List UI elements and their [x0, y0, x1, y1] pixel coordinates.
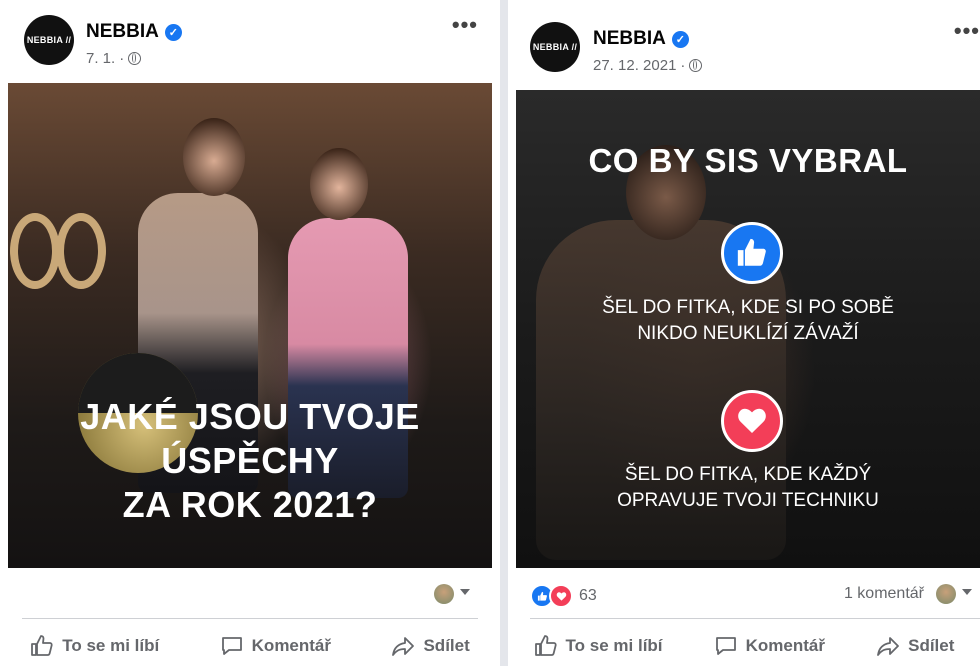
- share-button[interactable]: Sdílet: [876, 634, 954, 658]
- image-title: CO BY SIS VYBRAL: [588, 142, 908, 179]
- page-name[interactable]: NEBBIA: [86, 21, 159, 43]
- reaction-summary[interactable]: 63: [530, 584, 597, 608]
- gym-ring-decor: [10, 213, 60, 289]
- option-like-line-1: ŠEL DO FITKA, KDE SI PO SOBĚ: [602, 297, 894, 318]
- caption-line-3: ZA ROK 2021?: [122, 484, 378, 525]
- globe-icon: [128, 52, 142, 65]
- like-button[interactable]: To se mi líbí: [30, 634, 159, 658]
- more-options-icon[interactable]: •••: [954, 18, 980, 44]
- viewer-avatar[interactable]: [434, 584, 454, 604]
- divider: [530, 618, 980, 619]
- post-header: NEBBIA // NEBBIA ✓ 7. 1. · •••: [0, 0, 500, 82]
- woman-right-head: [310, 148, 368, 220]
- post-date[interactable]: 27. 12. 2021: [593, 57, 676, 74]
- share-arrow-icon: [877, 637, 900, 656]
- page-name-row: NEBBIA ✓: [593, 28, 689, 50]
- post-date[interactable]: 7. 1.: [86, 50, 115, 67]
- option-like-text: ŠEL DO FITKA, KDE SI PO SOBĚ NIKDO NEUKL…: [516, 295, 980, 347]
- globe-icon: [689, 59, 703, 72]
- post-card: NEBBIA // NEBBIA ✓ 7. 1. · ••• JAKÉ JSOU…: [0, 0, 500, 666]
- like-button[interactable]: To se mi líbí: [534, 634, 663, 658]
- caption-line-1: JAKÉ JSOU TVOJE: [80, 396, 420, 437]
- comment-button[interactable]: Komentář: [220, 634, 331, 658]
- meta-separator: ·: [680, 57, 686, 74]
- action-bar: To se mi líbí Komentář Sdílet: [508, 626, 980, 666]
- option-love-line-2: OPRAVUJE TVOJI TECHNIKU: [617, 490, 879, 511]
- comment-count[interactable]: 1 komentář: [844, 585, 924, 603]
- chevron-down-icon[interactable]: [962, 589, 972, 595]
- post-meta: 27. 12. 2021 ·: [593, 57, 703, 74]
- meta-separator: ·: [119, 50, 125, 67]
- chevron-down-icon[interactable]: [460, 589, 470, 595]
- like-label: To se mi líbí: [62, 636, 160, 655]
- comment-label: Komentář: [745, 636, 825, 655]
- page-name[interactable]: NEBBIA: [593, 28, 666, 50]
- page-name-row: NEBBIA ✓: [86, 21, 182, 43]
- more-options-icon[interactable]: •••: [452, 12, 478, 38]
- share-label: Sdílet: [423, 636, 470, 655]
- reactions-bar: [0, 576, 500, 612]
- post-image[interactable]: JAKÉ JSOU TVOJE ÚSPĚCHY ZA ROK 2021?: [8, 83, 492, 568]
- viewer-avatar[interactable]: [936, 584, 956, 604]
- reaction-count: 63: [579, 587, 597, 604]
- comment-button[interactable]: Komentář: [714, 634, 825, 658]
- action-bar: To se mi líbí Komentář Sdílet: [0, 626, 500, 666]
- image-caption: JAKÉ JSOU TVOJE ÚSPĚCHY ZA ROK 2021?: [8, 395, 492, 527]
- thumbs-up-icon: [31, 635, 53, 656]
- share-label: Sdílet: [908, 636, 955, 655]
- like-label: To se mi líbí: [565, 636, 663, 655]
- page-avatar[interactable]: NEBBIA //: [530, 22, 580, 72]
- post-header: NEBBIA // NEBBIA ✓ 27. 12. 2021 · •••: [508, 0, 980, 82]
- woman-left-head: [183, 118, 245, 196]
- thumbs-up-icon: [721, 222, 783, 284]
- verified-badge-icon: ✓: [164, 23, 182, 41]
- thumbs-up-icon: [534, 635, 557, 656]
- divider: [22, 618, 478, 619]
- heart-icon: [721, 390, 783, 452]
- option-love-text: ŠEL DO FITKA, KDE KAŽDÝ OPRAVUJE TVOJI T…: [516, 462, 980, 514]
- gym-ring-decor: [56, 213, 106, 289]
- share-arrow-icon: [392, 637, 415, 656]
- love-reaction-icon: [549, 584, 573, 608]
- comment-label: Komentář: [251, 636, 332, 655]
- post-footer: To se mi líbí Komentář Sdílet: [0, 576, 500, 666]
- post-footer: 63 1 komentář To se mi líbí Komentář Sdí…: [508, 576, 980, 666]
- page-avatar[interactable]: NEBBIA //: [24, 15, 74, 65]
- post-image[interactable]: CO BY SIS VYBRAL ŠEL DO FITKA, KDE SI PO…: [516, 90, 980, 568]
- option-love-line-1: ŠEL DO FITKA, KDE KAŽDÝ: [624, 464, 872, 485]
- verified-badge-icon: ✓: [671, 30, 689, 48]
- speech-bubble-icon: [221, 637, 242, 655]
- reactions-bar: 63 1 komentář: [508, 576, 980, 612]
- post-meta: 7. 1. ·: [86, 50, 142, 67]
- option-like-line-2: NIKDO NEUKLÍZÍ ZÁVAŽÍ: [637, 323, 859, 344]
- speech-bubble-icon: [715, 637, 736, 655]
- caption-line-2: ÚSPĚCHY: [161, 440, 339, 481]
- share-button[interactable]: Sdílet: [391, 634, 470, 658]
